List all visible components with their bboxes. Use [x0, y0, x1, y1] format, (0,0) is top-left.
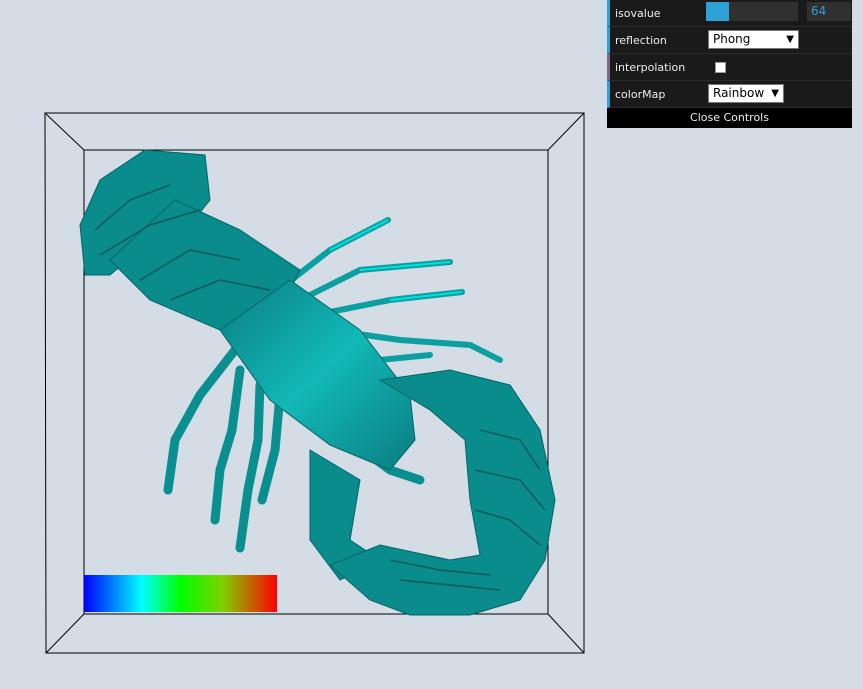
- isovalue-slider-fill: [706, 2, 729, 21]
- isovalue-label: isovalue: [615, 6, 661, 20]
- isovalue-input[interactable]: 64: [807, 2, 851, 21]
- colormap-select[interactable]: Rainbow ▼: [708, 84, 784, 103]
- interpolation-control: interpolation: [607, 54, 852, 81]
- interpolation-label: interpolation: [615, 60, 686, 74]
- reflection-select[interactable]: Phong ▼: [708, 30, 799, 49]
- close-controls-button[interactable]: Close Controls: [607, 108, 852, 128]
- isovalue-slider[interactable]: [706, 2, 798, 21]
- reflection-control: reflection Phong ▼: [607, 27, 852, 54]
- colormap-selected-value: Rainbow: [713, 86, 765, 100]
- interpolation-checkbox[interactable]: [715, 62, 726, 73]
- reflection-selected-value: Phong: [713, 32, 751, 46]
- colormap-control: colorMap Rainbow ▼: [607, 81, 852, 108]
- chevron-down-icon: ▼: [771, 88, 779, 99]
- colorbar: [84, 575, 277, 612]
- chevron-down-icon: ▼: [786, 34, 794, 45]
- controls-panel: isovalue 64 reflection Phong ▼ interpola…: [607, 0, 852, 128]
- lobster-isosurface: [79, 149, 556, 616]
- colormap-label: colorMap: [615, 87, 666, 101]
- isovalue-control: isovalue 64: [607, 0, 852, 27]
- reflection-label: reflection: [615, 33, 667, 47]
